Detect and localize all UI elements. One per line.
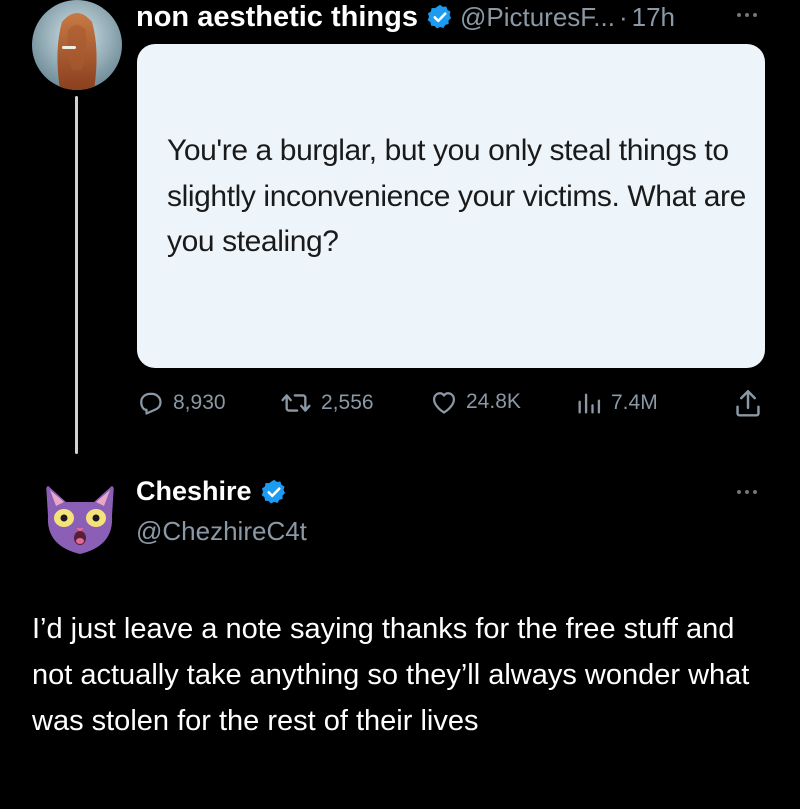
share-icon bbox=[736, 390, 760, 417]
reply-author-avatar[interactable] bbox=[36, 472, 124, 560]
verified-badge-icon bbox=[426, 3, 454, 31]
reply-text: I’d just leave a note saying thanks for … bbox=[32, 613, 750, 737]
post-timestamp[interactable]: 17h bbox=[632, 2, 675, 33]
card-text: You're a burglar, but you only steal thi… bbox=[167, 134, 746, 259]
share-button[interactable] bbox=[733, 387, 763, 419]
reply-more-options-icon[interactable] bbox=[737, 490, 757, 494]
views-count: 7.4M bbox=[611, 391, 658, 414]
author-name[interactable]: non aesthetic things bbox=[136, 1, 418, 34]
reply-author-name[interactable]: Cheshire bbox=[136, 476, 252, 507]
reply-count: 8,930 bbox=[173, 391, 226, 414]
meta-separator: · bbox=[618, 1, 628, 32]
like-button[interactable]: 24.8K bbox=[430, 389, 521, 415]
reply-author-handle[interactable]: @ChezhireC4t bbox=[136, 516, 307, 547]
heart-icon bbox=[432, 392, 456, 414]
reply-button[interactable]: 8,930 bbox=[135, 389, 226, 417]
retweet-button[interactable]: 2,556 bbox=[279, 389, 374, 417]
author-handle[interactable]: @PicturesF... bbox=[460, 2, 615, 33]
views-button[interactable]: 7.4M bbox=[575, 389, 658, 417]
retweet-icon bbox=[281, 394, 311, 412]
verified-badge-icon bbox=[260, 478, 288, 506]
woman-red-hair-avatar-icon bbox=[32, 0, 122, 90]
post-image-card[interactable]: You're a burglar, but you only steal thi… bbox=[137, 44, 765, 368]
like-count: 24.8K bbox=[466, 390, 521, 413]
post-header: non aesthetic things @PicturesF... · 17h bbox=[136, 0, 675, 37]
purple-cat-avatar-icon bbox=[36, 472, 124, 560]
retweet-count: 2,556 bbox=[321, 391, 374, 414]
reply-header: Cheshire bbox=[136, 476, 288, 507]
more-options-icon[interactable] bbox=[737, 13, 757, 17]
thread-connector-line bbox=[75, 96, 78, 454]
analytics-bars-icon bbox=[578, 393, 601, 414]
reply-icon bbox=[140, 392, 162, 415]
author-avatar[interactable] bbox=[32, 0, 122, 90]
